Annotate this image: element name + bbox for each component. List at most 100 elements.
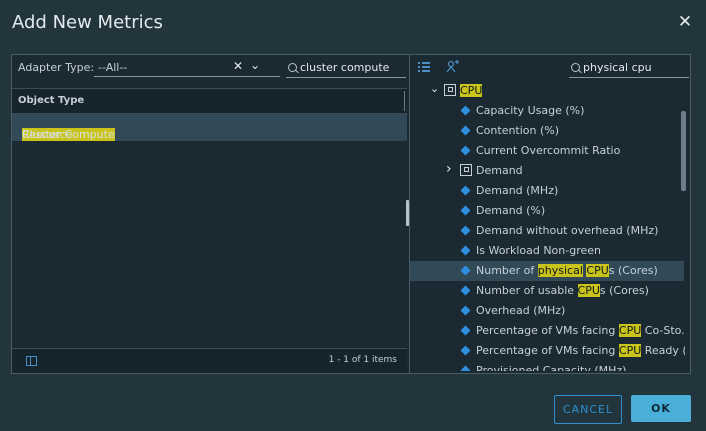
pane-splitter-handle[interactable] (406, 200, 409, 226)
metric-search-value: physical cpu (583, 61, 652, 74)
metric-label: Number of physical CPUs (Cores) (476, 264, 658, 277)
scrollbar[interactable] (681, 111, 686, 191)
metric-label-part: Contention (%) (476, 124, 560, 137)
metric-tree: ⌄ CPU Capacity Usage (%) Contention (%) Cu… (410, 79, 685, 371)
metrics-pane: physical cpu ⌄ CPU Capacity Usage (%) Con… (410, 54, 691, 374)
column-resize-handle[interactable] (404, 91, 405, 111)
object-type-suffix: Resource (22, 128, 73, 141)
metric-item[interactable]: Percentage of VMs facing CPU Ready (... (410, 341, 685, 361)
metric-label-part: Demand (476, 164, 523, 177)
group-icon (460, 164, 472, 176)
metric-label: Percentage of VMs facing CPU Co-Sto... (476, 324, 685, 337)
metric-item[interactable]: Is Workload Non-green (410, 241, 684, 261)
metric-diamond-icon (460, 205, 471, 216)
metric-item[interactable]: Demand (%) (410, 201, 684, 221)
metric-label: Contention (%) (476, 124, 559, 137)
dialog-title: Add New Metrics (12, 12, 163, 33)
metric-item[interactable]: Demand without overhead (MHz) (410, 221, 684, 241)
metric-label-part: s (Cores) (608, 264, 658, 277)
metric-diamond-icon (460, 225, 471, 236)
adapter-type-select[interactable]: --All-- ✕ ⌄ (94, 58, 280, 77)
object-type-column-header[interactable]: Object Type (12, 88, 407, 114)
table-row[interactable]: Cluster Compute Resource (12, 114, 407, 141)
metric-item[interactable]: Number of usable CPUs (Cores) (410, 281, 684, 301)
metric-diamond-icon (460, 105, 471, 116)
metric-label-part: Percentage of VMs facing (476, 324, 619, 337)
clear-icon[interactable]: ✕ (233, 59, 243, 73)
metric-label: Demand (MHz) (476, 184, 558, 197)
metric-label-part: Demand (%) (476, 204, 546, 217)
metric-label-part: Percentage of VMs facing (476, 344, 619, 357)
metric-label-part: Number of (476, 264, 538, 277)
metric-label-part: Provisioned Capacity (MHz) (476, 364, 627, 371)
metric-item[interactable]: Contention (%) (410, 121, 684, 141)
tree-node-group[interactable]: › Demand (410, 161, 684, 181)
metric-diamond-icon (460, 245, 471, 256)
chevron-right-icon[interactable]: › (446, 161, 452, 177)
chevron-down-icon[interactable]: ⌄ (250, 58, 260, 72)
collapse-all-icon[interactable] (446, 60, 460, 74)
search-icon (288, 63, 297, 72)
metric-item[interactable]: Provisioned Capacity (MHz) (410, 361, 684, 371)
search-icon (571, 63, 580, 72)
metric-diamond-icon (460, 325, 471, 336)
adapter-type-value: --All-- (98, 61, 128, 74)
metric-label: Percentage of VMs facing CPU Ready (... (476, 344, 685, 357)
metric-label-part: Ready (... (644, 344, 685, 357)
metric-label: Number of usable CPUs (Cores) (476, 284, 649, 297)
metric-label: Demand (%) (476, 204, 545, 217)
close-icon[interactable]: ✕ (677, 14, 693, 31)
metric-item[interactable]: Demand (MHz) (410, 181, 684, 201)
object-search-value: cluster compute (300, 61, 390, 74)
metric-label: Is Workload Non-green (476, 244, 601, 257)
metric-label: Demand without overhead (MHz) (476, 224, 658, 237)
cancel-button[interactable]: CANCEL (554, 395, 622, 424)
metric-label: Overhead (MHz) (476, 304, 565, 317)
metric-label-part: Current Overcommit Ratio (476, 144, 621, 157)
add-new-metrics-dialog: Add New Metrics ✕ Adapter Type: --All-- … (0, 0, 706, 431)
metric-label: Provisioned Capacity (MHz) (476, 364, 626, 371)
metric-label-part: Demand (MHz) (476, 184, 559, 197)
metric-diamond-icon (460, 145, 471, 156)
metric-diamond-icon (460, 185, 471, 196)
metric-label-part: Number of usable (476, 284, 578, 297)
metric-search-input[interactable]: physical cpu (569, 59, 689, 78)
search-highlight: CPU (586, 264, 609, 277)
chevron-down-icon[interactable]: ⌄ (430, 82, 439, 95)
metric-item[interactable]: Capacity Usage (%) (410, 101, 684, 121)
metric-label: Capacity Usage (%) (476, 104, 584, 117)
search-highlight: CPU (618, 324, 642, 337)
tree-node-label: CPU (460, 84, 483, 97)
metric-label: Demand (476, 164, 523, 177)
metric-item[interactable]: Current Overcommit Ratio (410, 141, 684, 161)
metric-diamond-icon (460, 285, 471, 296)
metric-label-part: Capacity Usage (%) (476, 104, 585, 117)
tree-node-cpu[interactable]: ⌄ CPU (410, 81, 684, 101)
metric-label-part: Overhead (MHz) (476, 304, 566, 317)
metric-item[interactable]: Percentage of VMs facing CPU Co-Sto... (410, 321, 685, 341)
object-search-input[interactable]: cluster compute (286, 59, 406, 78)
metric-label-part: Co-Sto... (644, 324, 685, 337)
ok-button[interactable]: OK (631, 395, 691, 422)
items-count: 1 - 1 of 1 items (328, 355, 397, 365)
metric-diamond-icon (460, 125, 471, 136)
metric-label-part: s (Cores) (599, 284, 649, 297)
metric-diamond-icon (460, 265, 471, 276)
metric-label-part: Demand without overhead (MHz) (476, 224, 659, 237)
metric-diamond-icon (460, 365, 471, 371)
search-highlight: CPU (577, 284, 600, 297)
metric-item[interactable]: Number of physical CPUs (Cores) (410, 261, 684, 281)
search-highlight: CPU (618, 344, 642, 357)
grid-footer: 1 - 1 of 1 items (12, 348, 407, 373)
metric-item[interactable]: Overhead (MHz) (410, 301, 684, 321)
metric-label-part: Is Workload Non-green (476, 244, 602, 257)
column-toggle-icon[interactable] (26, 356, 37, 366)
metric-label: Current Overcommit Ratio (476, 144, 620, 157)
metric-diamond-icon (460, 345, 471, 356)
adapter-type-label: Adapter Type: (18, 61, 95, 74)
search-highlight: physical (537, 264, 583, 277)
list-view-icon[interactable] (418, 62, 430, 72)
metric-diamond-icon (460, 305, 471, 316)
column-header-label: Object Type (18, 95, 85, 106)
object-type-pane: Adapter Type: --All-- ✕ ⌄ cluster comput… (11, 54, 410, 374)
